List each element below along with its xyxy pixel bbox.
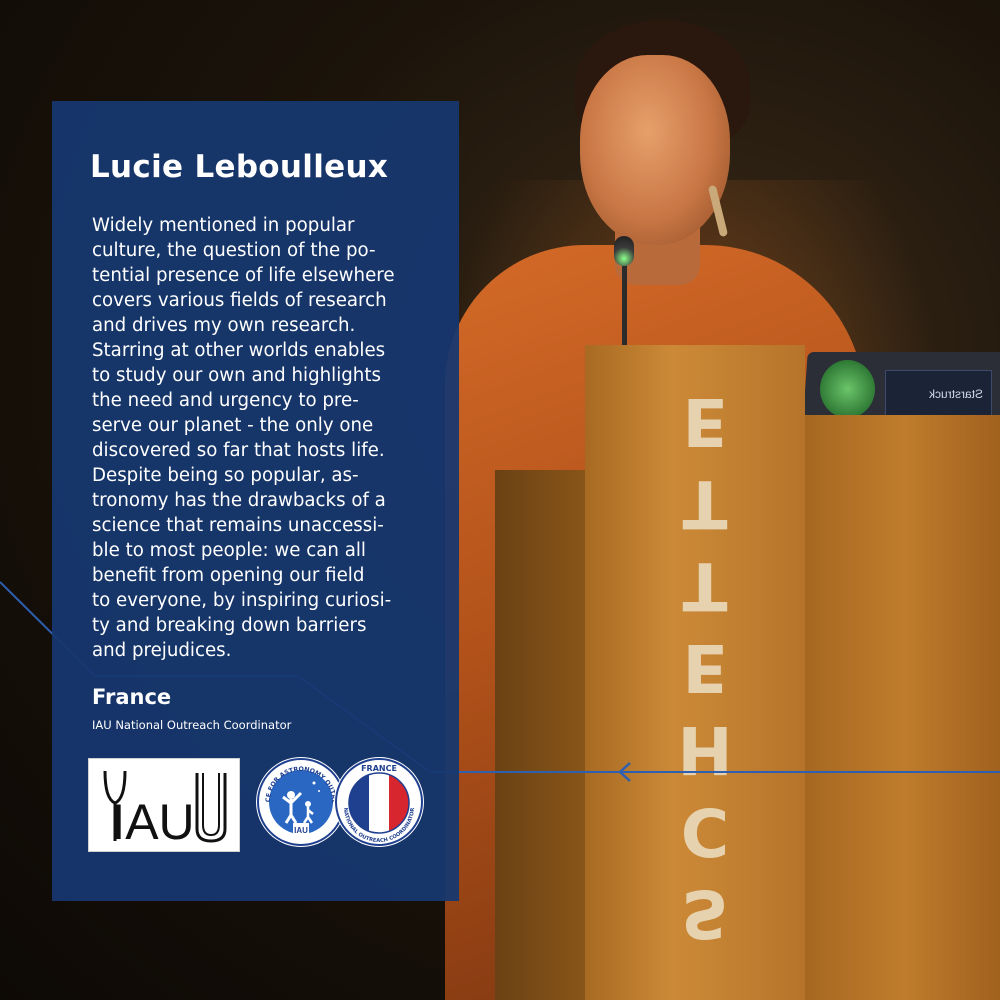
bio-line: Despite being so popular, as- <box>92 465 359 486</box>
bio-line: to everyone, by inspiring curiosi- <box>92 590 392 611</box>
speaker-role: IAU National Outreach Coordinator <box>92 718 292 732</box>
podium-letter: E <box>682 629 728 706</box>
iau-logo: IAU <box>88 758 240 852</box>
bio-line: Starring at other worlds enables <box>92 340 386 361</box>
bio-line: ble to most people: we can all <box>92 540 366 561</box>
bio-line: tential presence of life elsewhere <box>92 265 395 286</box>
laptop-sticker-starstruck: Starstruck <box>885 370 992 420</box>
bio-line: culture, the question of the po- <box>92 240 376 261</box>
podium-letter: S <box>681 875 729 952</box>
iau-logo-text: IAU <box>111 794 194 850</box>
podium-side <box>790 415 1000 1000</box>
bio-line: Widely mentioned in popular <box>92 215 355 236</box>
bio-line: serve our planet - the only one <box>92 415 374 436</box>
podium-letter: E <box>682 383 728 460</box>
podium-letter: C <box>680 793 730 870</box>
bio-line: and drives my own research. <box>92 315 356 336</box>
speaker-country: France <box>92 685 172 709</box>
speaker-bio: Widely mentioned in popular culture, the … <box>92 213 432 663</box>
bio-line: to study our own and highlights <box>92 365 381 386</box>
bio-line: tronomy has the drawbacks of a <box>92 490 386 511</box>
podium-letter: H <box>677 711 733 788</box>
france-logo: FRANCE NATIONAL OUTREACH COORDINATOR <box>334 757 424 847</box>
podium-letter: T <box>682 547 728 624</box>
microphone <box>614 236 634 266</box>
france-top-text: FRANCE <box>361 764 397 773</box>
speaker-name: Lucie Leboulleux <box>90 149 389 185</box>
oao-logo: OFFICE FOR ASTRONOMY OUTREACH IAU <box>253 752 346 847</box>
podium-letter: T <box>682 465 728 542</box>
iau-logo-mark: IAU <box>103 770 227 850</box>
podium-lettering: SCHETTE <box>670 380 740 954</box>
bio-line: benefit from opening our field <box>92 565 365 586</box>
bio-line: discovered so far that hosts life. <box>92 440 385 461</box>
info-panel: Lucie Leboulleux Widely mentioned in pop… <box>52 101 459 901</box>
bio-line: the need and urgency to pre- <box>92 390 359 411</box>
oao-logo-mark: OFFICE FOR ASTRONOMY OUTREACH IAU <box>253 752 345 846</box>
podium-shadow-side <box>495 470 590 1000</box>
bio-line: science that remains unaccessi- <box>92 515 384 536</box>
bio-line: covers various fields of research <box>92 290 387 311</box>
oao-inner-text: IAU <box>294 826 308 835</box>
speaker-face <box>580 55 730 245</box>
sticker-label: Starstruck <box>928 387 983 401</box>
france-logo-mark: FRANCE NATIONAL OUTREACH COORDINATOR <box>335 758 423 846</box>
bio-line: and prejudices. <box>92 640 232 661</box>
bio-line: ty and breaking down barriers <box>92 615 367 636</box>
laptop-sticker-rocket <box>820 360 875 418</box>
